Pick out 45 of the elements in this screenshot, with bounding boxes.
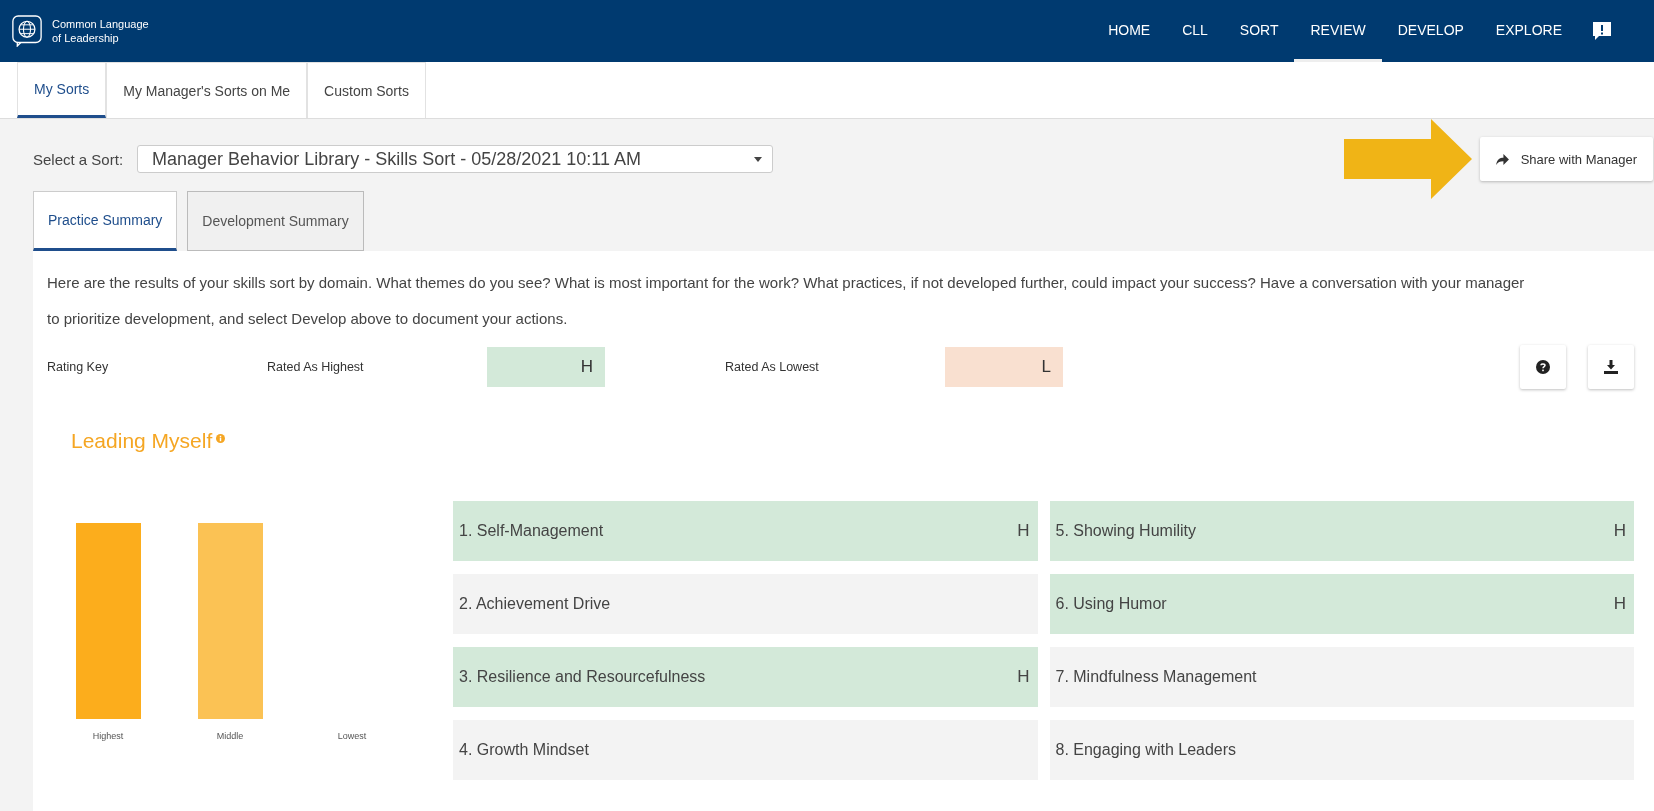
summary-tab[interactable]: Practice Summary [33, 191, 178, 251]
rating-key-text: Rated As Highest [267, 360, 365, 374]
nav-link[interactable]: CLL [1166, 0, 1224, 62]
rating-swatch: H [487, 347, 605, 387]
rating-swatch: L [945, 347, 1063, 387]
tab[interactable]: My Sorts [17, 62, 107, 118]
summary-tab[interactable]: Development Summary [187, 191, 364, 251]
rating-key-text: Rated As Lowest [725, 360, 820, 374]
bar-label: Middle [216, 731, 244, 741]
skill-name: 8. Engaging with Leaders [1055, 741, 1237, 759]
bar-label: Highest [92, 731, 124, 741]
nav-link[interactable]: SORT [1223, 0, 1295, 62]
nav-link[interactable]: EXPLORE [1479, 0, 1578, 62]
feedback-icon[interactable] [1592, 21, 1612, 41]
caret-icon [754, 156, 763, 162]
tab[interactable]: My Manager's Sorts on Me [106, 62, 308, 118]
skill-name: 1. Self-Management [459, 522, 604, 540]
rating-key-label: Rating Key [47, 360, 110, 374]
rating-mark: H [1017, 521, 1030, 541]
download-button[interactable] [1588, 345, 1634, 389]
intro-paragraph: Here are the results of your skills sort by domain. What themes do you see? What is most important for the work? What practices, if not developed further, could impact your success? Have a conversation with your manager to prioritize development, and select Develop above to document your actions. [47, 273, 1526, 329]
nav-link[interactable]: HOME [1092, 0, 1167, 62]
globe-logo-icon [12, 15, 42, 47]
rating-mark: H [1017, 667, 1030, 687]
skill-name: 4. Growth Mindset [459, 741, 589, 759]
rating-mark: H [1613, 594, 1626, 614]
domain-title: Leading Myself [71, 429, 213, 453]
tab[interactable]: Custom Sorts [307, 62, 426, 118]
nav-link[interactable]: DEVELOP [1381, 0, 1480, 62]
bar-label: Lowest [337, 731, 367, 741]
skill-name: 3. Resilience and Resourcefulness [459, 668, 706, 686]
logo-text: Common Language of Leadership [52, 17, 150, 45]
skill-name: 6. Using Humor [1055, 595, 1167, 613]
skill-name: 5. Showing Humility [1055, 522, 1196, 540]
skill-name: 7. Mindfulness Management [1055, 668, 1257, 686]
help-button[interactable] [1520, 345, 1566, 389]
select-label: Select a Sort: [33, 150, 124, 168]
share-button[interactable]: Share with Manager [1479, 137, 1653, 181]
nav-link[interactable]: REVIEW [1294, 0, 1382, 62]
sort-dropdown[interactable]: Manager Behavior Library - Skills Sort - 05/28/2021 10:11 AM [137, 145, 774, 173]
rating-mark: H [1613, 521, 1626, 541]
share-arrow-icon [1495, 153, 1509, 165]
download-icon [1604, 360, 1618, 374]
skill-name: 2. Achievement Drive [459, 595, 611, 613]
help-icon [1536, 360, 1550, 374]
